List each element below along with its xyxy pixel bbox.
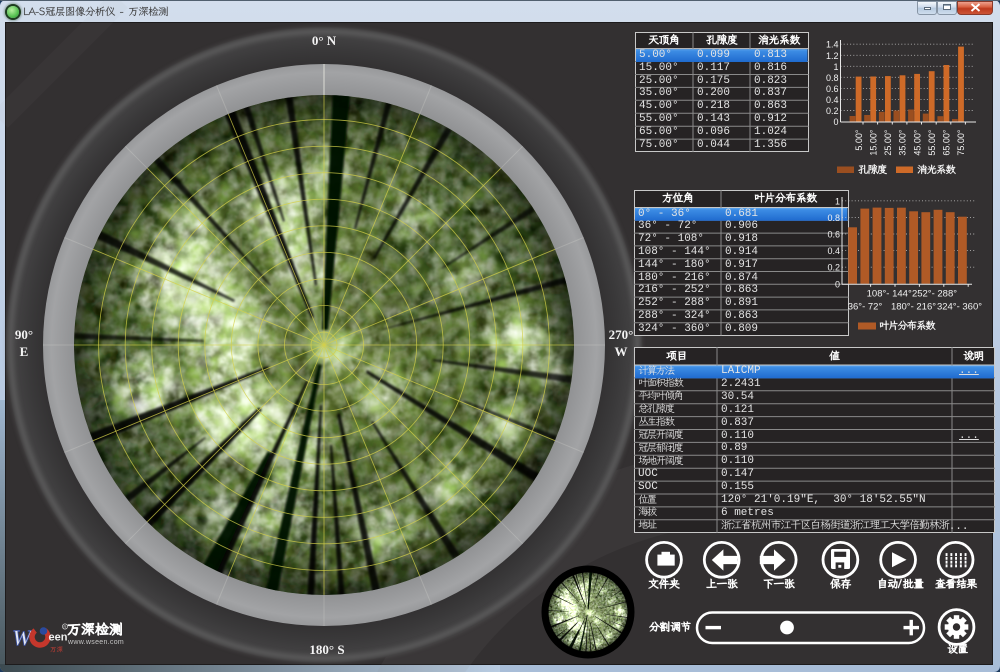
svg-text:180°- 216°: 180°- 216° (891, 302, 936, 313)
svg-text:1.2: 1.2 (826, 51, 839, 61)
svg-text:0.2: 0.2 (827, 263, 840, 273)
svg-text:25.00°: 25.00° (883, 129, 893, 156)
svg-text:0.8: 0.8 (827, 213, 840, 223)
svg-text:0: 0 (835, 279, 840, 289)
svg-text:45.00°: 45.00° (912, 129, 922, 156)
svg-text:55.00°: 55.00° (927, 129, 937, 156)
svg-text:108°- 144°: 108°- 144° (867, 289, 912, 300)
svg-text:324°- 360°: 324°- 360° (937, 302, 982, 313)
svg-text:65.00°: 65.00° (942, 129, 952, 156)
svg-text:0: 0 (833, 117, 838, 127)
svg-text:75.00°: 75.00° (956, 129, 966, 156)
svg-text:0.2: 0.2 (826, 106, 839, 116)
svg-text:15.00°: 15.00° (868, 129, 878, 156)
svg-text:0.4: 0.4 (827, 246, 840, 256)
svg-text:35.00°: 35.00° (898, 129, 908, 156)
svg-text:0.6: 0.6 (826, 84, 839, 94)
svg-text:0.8: 0.8 (826, 73, 839, 83)
svg-text:0.4: 0.4 (826, 95, 839, 105)
svg-text:1.4: 1.4 (826, 40, 839, 50)
svg-text:1: 1 (833, 62, 838, 72)
svg-text:252°- 288°: 252°- 288° (912, 289, 957, 300)
svg-text:36°- 72°: 36°- 72° (848, 302, 883, 313)
svg-text:1: 1 (835, 196, 840, 206)
svg-text:5.00°: 5.00° (854, 129, 864, 151)
svg-text:0.6: 0.6 (827, 230, 840, 240)
